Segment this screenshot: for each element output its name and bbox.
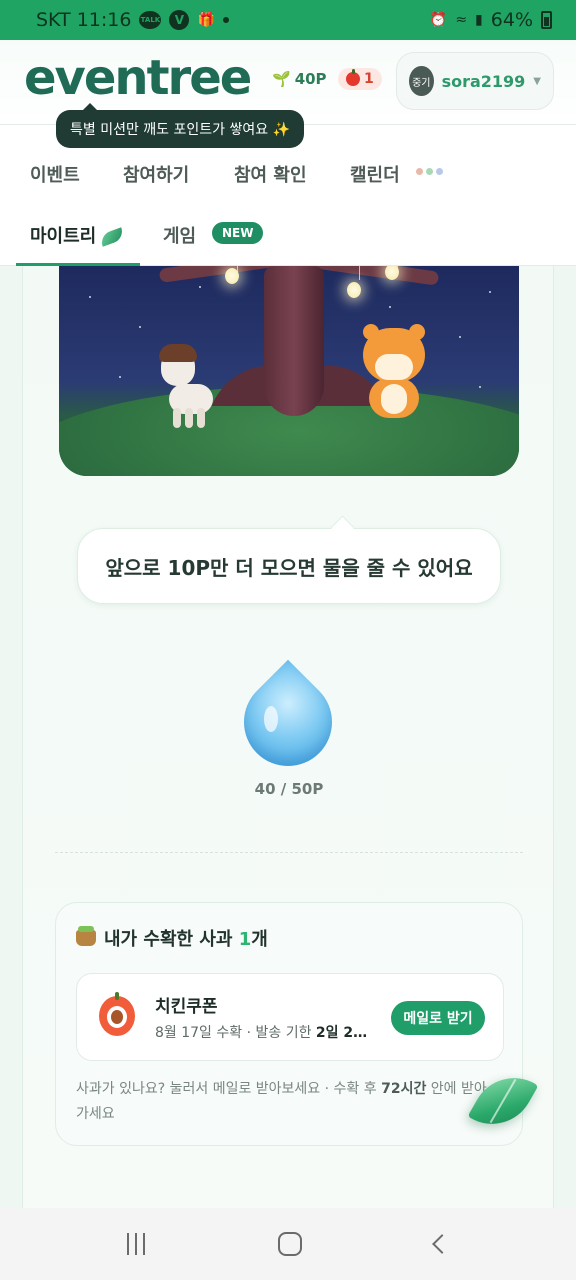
title-text: 내가 수확한 사과 — [104, 929, 239, 950]
divider — [55, 852, 523, 853]
tab-game[interactable]: 게임 — [163, 222, 196, 248]
tab-my-tree[interactable]: 마이트리 — [30, 222, 126, 248]
apple-count-badge[interactable]: 1 — [338, 68, 382, 90]
dot-icon — [426, 168, 433, 175]
avatar: 중기 — [409, 66, 434, 96]
chevron-down-icon: ▼ — [533, 75, 541, 87]
harvest-note: 사과가 있나요? 눌러서 메일로 받아보세요 · 수확 후 72시간 안에 받아… — [76, 1077, 496, 1127]
v-app-icon: V — [169, 10, 190, 30]
item-date: 8월 17일 수확 · 발송 기한 — [155, 1025, 316, 1041]
tree-scene-illustration — [59, 266, 519, 476]
user-menu-button[interactable]: 중기 sora2199 ▼ — [396, 52, 554, 110]
light-bulb-icon — [225, 268, 239, 284]
dot-icon — [436, 168, 443, 175]
pony-character[interactable] — [155, 342, 225, 432]
new-badge: NEW — [212, 222, 264, 244]
username: sora2199 — [441, 71, 526, 91]
recent-apps-icon[interactable] — [126, 1233, 145, 1255]
system-nav-bar — [0, 1208, 576, 1280]
receive-by-email-button[interactable]: 메일로 받기 — [391, 1001, 485, 1035]
gift-icon: 🎁 — [197, 12, 215, 28]
harvested-apples-title: 내가 수확한 사과 1개 — [76, 925, 268, 951]
points-value: 40P — [294, 70, 327, 88]
notification-dot-icon — [222, 17, 229, 23]
back-icon[interactable] — [432, 1234, 453, 1254]
sprout-icon: 🌱 — [272, 70, 291, 88]
tab-calendar[interactable]: 캘린더 — [350, 161, 400, 187]
basket-icon — [76, 926, 96, 946]
apple-coupon-icon — [99, 996, 135, 1036]
status-bar: SKT 11:16 TALK V 🎁 ⏰ ≈ ▮ 64% — [0, 0, 576, 40]
leaf-icon — [98, 227, 126, 247]
alarm-icon: ⏰ — [429, 12, 448, 28]
light-bulb-icon — [347, 282, 361, 298]
note-hours: 72시간 — [381, 1081, 427, 1097]
tab-participate[interactable]: 참여하기 — [123, 161, 189, 187]
talk-icon: TALK — [139, 11, 162, 29]
apple-count: 1 — [238, 929, 252, 950]
battery-percent: 64% — [490, 9, 533, 31]
tab-check-participation[interactable]: 참여 확인 — [234, 161, 307, 187]
status-time: SKT 11:16 — [36, 9, 132, 31]
tiger-character[interactable] — [359, 324, 429, 424]
mission-tooltip[interactable]: 특별 미션만 깨도 포인트가 쌓여요 ✨ — [56, 103, 305, 148]
home-icon[interactable] — [277, 1232, 302, 1256]
note-text: 사과가 있나요? 눌러서 메일로 받아보세요 · 수확 후 — [76, 1081, 382, 1097]
harvested-apples-card: 내가 수확한 사과 1개 치킨쿠폰 8월 17일 수확 · 발송 기한 2일 2… — [55, 902, 523, 1146]
tab-events[interactable]: 이벤트 — [30, 161, 80, 187]
apple-count: 1 — [364, 71, 374, 87]
calendar-dots-icon — [416, 168, 443, 175]
leaf-fab-button[interactable] — [467, 1062, 539, 1140]
item-details: 8월 17일 수확 · 발송 기한 2일 2… — [155, 1022, 379, 1042]
tab-my-tree-label: 마이트리 — [30, 226, 97, 247]
item-deadline: 2일 2… — [315, 1025, 368, 1041]
wifi-icon: ≈ — [455, 12, 468, 28]
signal-icon: ▮ — [475, 12, 483, 28]
item-name: 치킨쿠폰 — [155, 997, 218, 1017]
water-progress-text: 40 / 50P — [254, 780, 324, 798]
speech-bubble: 앞으로 10P만 더 모으면 물을 줄 수 있어요 — [77, 528, 501, 604]
logo-text: eventree — [24, 50, 252, 106]
title-suffix: 개 — [251, 929, 268, 950]
battery-icon — [541, 11, 552, 29]
eventree-logo[interactable]: eventree — [24, 50, 252, 106]
apple-item[interactable]: 치킨쿠폰 8월 17일 수확 · 발송 기한 2일 2… 메일로 받기 — [76, 973, 504, 1061]
dot-icon — [416, 168, 423, 175]
apple-icon — [346, 69, 360, 86]
water-drop-icon[interactable] — [225, 650, 351, 785]
points-indicator[interactable]: 🌱 40P — [272, 70, 327, 88]
